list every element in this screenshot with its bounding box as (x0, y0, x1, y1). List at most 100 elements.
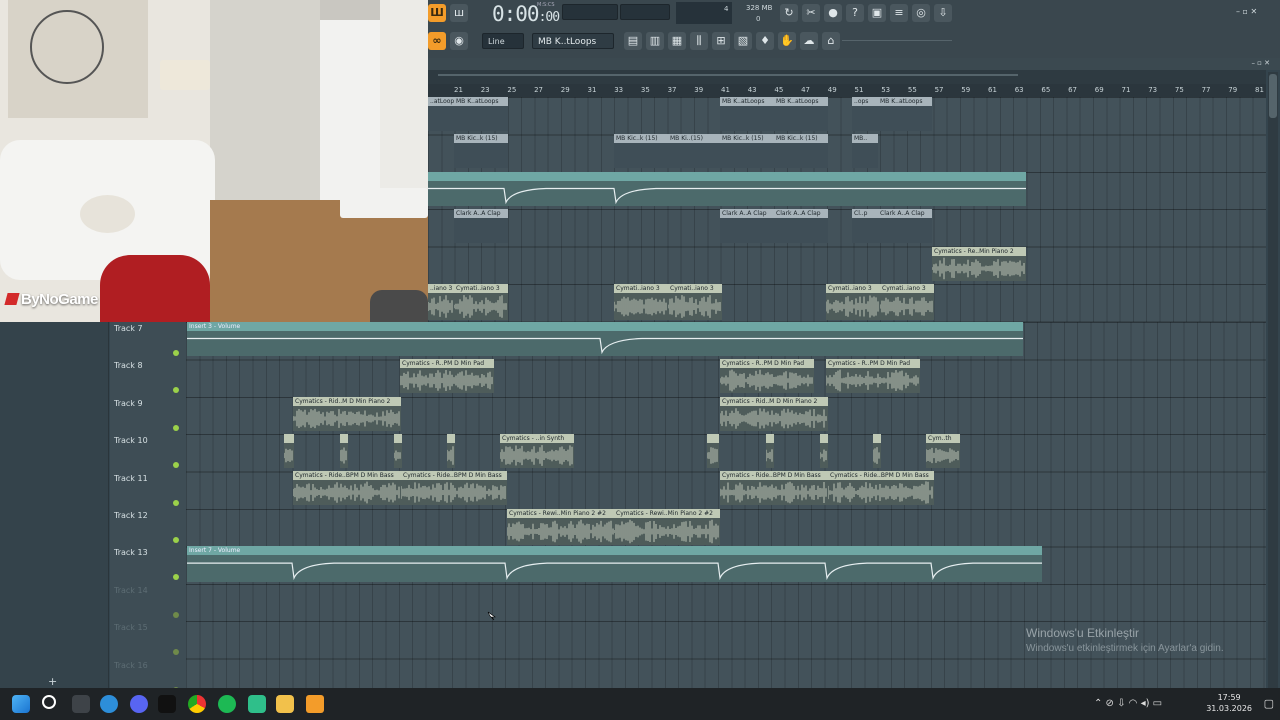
shop-icon[interactable]: ⌂ (822, 32, 840, 50)
track-name[interactable]: Track 8 (114, 361, 143, 370)
snap-mode-select[interactable]: Line (482, 33, 524, 49)
discord-icon[interactable] (130, 695, 148, 713)
pattern-clip[interactable]: Cl..p (852, 209, 878, 243)
track-name[interactable]: Track 7 (114, 324, 143, 333)
channel-rack-icon[interactable]: ▦ (668, 32, 686, 50)
playlist-icon[interactable]: ▤ (624, 32, 642, 50)
undo-icon[interactable]: ↻ (780, 4, 798, 22)
audio-clip[interactable]: Cymatics - Rewi..Min Piano 2 #2 (507, 509, 614, 545)
audio-clip[interactable]: Cymatics - Re..Min Piano 2 (932, 247, 1026, 281)
mixer-view-icon[interactable]: ⫼ (690, 32, 708, 50)
link-icon[interactable]: ∞ (428, 32, 446, 50)
edge-browser-icon[interactable] (100, 695, 118, 713)
task-view-icon[interactable] (72, 695, 90, 713)
touch-icon[interactable]: ✋ (778, 32, 796, 50)
search-icon[interactable] (42, 695, 56, 709)
tempo-field[interactable] (562, 4, 618, 20)
project-icon[interactable]: ▧ (734, 32, 752, 50)
fl-studio-icon[interactable] (306, 695, 324, 713)
automation-clip[interactable]: Insert 7 - Volume (187, 546, 1042, 582)
tiktok-icon[interactable] (158, 695, 176, 713)
audio-clip[interactable]: Cym..th (926, 434, 960, 468)
save-icon[interactable]: ▣ (868, 4, 886, 22)
pattern-clip[interactable]: MB Kic..k (15) (720, 134, 774, 168)
audio-clip[interactable] (284, 434, 294, 468)
audio-clip[interactable]: Cymatics - Ride..BPM D Min Bass (293, 471, 401, 505)
pattern-select[interactable]: MB K..tLoops (532, 33, 614, 49)
audio-clip[interactable] (766, 434, 774, 468)
audio-clip[interactable] (394, 434, 402, 468)
audio-clip[interactable]: Cymatics - Ride..BPM D Min Bass (401, 471, 507, 505)
audio-clip[interactable]: Cymati..iano 3 (614, 284, 668, 320)
windows-start-icon[interactable] (12, 695, 30, 713)
audio-clip[interactable] (873, 434, 881, 468)
tray-icons[interactable]: ⌃ ⊘ ⇩ ◠ ◂) ▭ (1094, 698, 1162, 709)
pattern-clip[interactable]: MB Kic..k (15) (774, 134, 828, 168)
track-enable-led[interactable] (173, 611, 179, 618)
pattern-clip[interactable]: Clark A..A Clap (720, 209, 774, 243)
timeline-ruler[interactable] (428, 84, 1266, 97)
download-icon[interactable]: ⇩ (934, 4, 952, 22)
help-icon[interactable]: ? (846, 4, 864, 22)
audio-clip[interactable]: Cymatics - Ride..BPM D Min Bass (720, 471, 828, 505)
track-enable-led[interactable] (173, 537, 179, 543)
add-track-button[interactable]: + (48, 675, 57, 688)
pattern-clip[interactable]: MB Kic..k (15) (454, 134, 508, 168)
audio-clip[interactable] (820, 434, 828, 468)
snap-magnet-icon[interactable]: ◉ (450, 32, 468, 50)
automation-clip[interactable] (428, 172, 1026, 206)
audio-clip[interactable]: Cymatics - ..in Synth (500, 434, 574, 468)
pattern-clip[interactable]: ..atLoops (428, 97, 454, 131)
track-name[interactable]: Track 16 (114, 661, 148, 670)
pattern-clip[interactable]: MB Ki..(15) (668, 134, 722, 168)
cloud-icon[interactable]: ☁ (800, 32, 818, 50)
pattern-clip[interactable]: MB K..atLoops (720, 97, 774, 131)
audio-clip[interactable]: Cymatics - Rewi..Min Piano 2 #2 (614, 509, 720, 545)
window-controls[interactable]: – ▫ ✕ (1236, 7, 1257, 16)
audio-clip[interactable]: Cymatics - R..PM D Min Pad (400, 359, 494, 393)
audio-clip[interactable]: Cymatics - Rid..M D Min Piano 2 (720, 397, 828, 431)
audio-clip[interactable]: Cymatics - Rid..M D Min Piano 2 (293, 397, 401, 431)
track-name[interactable]: Track 11 (114, 474, 148, 483)
pattern-clip[interactable]: MB Kic..k (15) (614, 134, 668, 168)
pattern-clip[interactable]: MB.. (852, 134, 878, 168)
audio-clip[interactable]: Cymati..iano 3 (668, 284, 722, 320)
pattern-clip[interactable]: ..ops (852, 97, 878, 131)
pattern-song-toggle[interactable]: ш (450, 4, 468, 22)
audio-clip[interactable] (707, 434, 719, 468)
main-menu-button[interactable]: Ш (428, 4, 446, 22)
playlist-window-controls[interactable]: – ▫ ✕ (1251, 59, 1270, 67)
track-enable-led[interactable] (173, 424, 179, 431)
file-explorer-icon[interactable] (276, 695, 294, 713)
track-enable-led[interactable] (173, 350, 179, 356)
playlist-picker-panel[interactable] (0, 322, 109, 688)
audio-clip[interactable]: Cymati..iano 3 (880, 284, 934, 320)
pattern-clip[interactable]: Clark A..A Clap (878, 209, 932, 243)
track-name[interactable]: Track 12 (114, 511, 148, 520)
pattern-clip[interactable]: Clark A..A Clap (454, 209, 508, 243)
playlist-overview[interactable] (428, 70, 1266, 84)
track-name[interactable]: Track 15 (114, 623, 148, 632)
audio-clip[interactable]: Cymatics - R..PM D Min Pad (720, 359, 814, 393)
plugin-icon[interactable]: ♦ (756, 32, 774, 50)
chat-icon[interactable]: ◎ (912, 4, 930, 22)
whatsapp-icon[interactable] (248, 695, 266, 713)
audio-clip[interactable] (340, 434, 348, 468)
audio-clip[interactable]: Cymati..iano 3 (826, 284, 880, 320)
chrome-icon[interactable] (188, 695, 206, 713)
track-enable-led[interactable] (173, 499, 179, 506)
track-name[interactable]: Track 9 (114, 399, 143, 408)
notification-icon[interactable]: ▢ (1264, 697, 1274, 710)
track-name[interactable]: Track 13 (114, 548, 148, 557)
pattern-field[interactable] (620, 4, 670, 20)
track-name[interactable]: Track 10 (114, 436, 148, 445)
audio-clip[interactable]: Cymatics - R..PM D Min Pad (826, 359, 920, 393)
audio-clip[interactable] (447, 434, 455, 468)
metronome-icon[interactable]: ✂ (802, 4, 820, 22)
taskbar-clock[interactable]: 17:59 31.03.2026 (1206, 692, 1252, 714)
audio-clip[interactable]: ..iano 3 (428, 284, 454, 320)
piano-roll-icon[interactable]: ▥ (646, 32, 664, 50)
mixer-icon[interactable]: ≡ (890, 4, 908, 22)
audio-clip[interactable]: Cymati..iano 3 (454, 284, 508, 320)
scrollbar-thumb[interactable] (1269, 74, 1277, 118)
